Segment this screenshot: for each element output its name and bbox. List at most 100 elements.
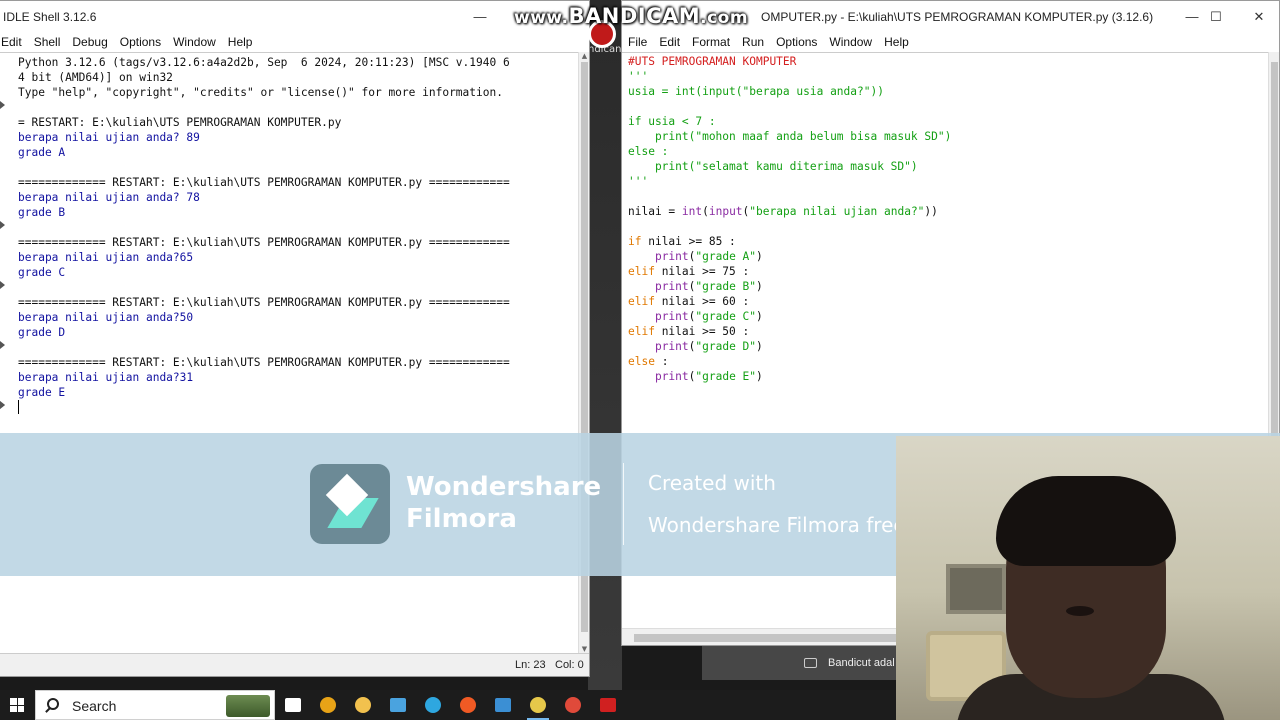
menu-options[interactable]: Options <box>114 32 167 52</box>
code-line: #UTS PEMROGRAMAN KOMPUTER <box>628 54 951 69</box>
shell-title: IDLE Shell 3.12.6 <box>3 10 97 24</box>
prompt-marker-icon <box>0 101 5 109</box>
editor-code: #UTS PEMROGRAMAN KOMPUTER ''' usia = int(i… <box>628 54 951 384</box>
idle-python-icon <box>530 697 546 713</box>
menu-options[interactable]: Options <box>770 32 823 52</box>
menu-help[interactable]: Help <box>222 32 259 52</box>
taskbar-app-button[interactable] <box>311 690 345 720</box>
shell-line: grade E <box>18 386 66 399</box>
code-token: print("selamat kamu diterima masuk SD") <box>628 160 918 173</box>
taskbar-app-button[interactable] <box>486 690 520 720</box>
menu-format[interactable]: Format <box>686 32 736 52</box>
taskbar-app-button[interactable] <box>556 690 590 720</box>
taskbar-app-button[interactable] <box>276 690 310 720</box>
chrome-alt-icon <box>565 697 581 713</box>
code-token: print <box>654 370 689 383</box>
code-line: else : <box>628 144 951 159</box>
code-token: elif <box>628 265 655 278</box>
taskbar-app-button[interactable] <box>521 690 555 720</box>
menu-file[interactable]: File <box>622 32 653 52</box>
menu-window[interactable]: Window <box>167 32 222 52</box>
menu-window[interactable]: Window <box>823 32 878 52</box>
code-line: ''' <box>628 69 951 84</box>
code-token: #UTS PEMROGRAMAN KOMPUTER <box>628 55 797 68</box>
menu-shell[interactable]: Shell <box>28 32 67 52</box>
code-token: input <box>708 205 743 218</box>
editor-title: OMPUTER.py - E:\kuliah\UTS PEMROGRAMAN K… <box>761 10 1154 24</box>
shell-line: berapa nilai ujian anda? 89 <box>18 131 200 144</box>
code-token: else : <box>628 145 669 158</box>
menu-edit[interactable]: Edit <box>653 32 686 52</box>
maximize-button[interactable]: ☐ <box>1193 1 1239 32</box>
text-cursor <box>18 400 19 414</box>
menu-edit[interactable]: Edit <box>0 32 28 52</box>
code-line: nilai = int(input("berapa nilai ujian an… <box>628 204 951 219</box>
taskbar-app-button[interactable] <box>381 690 415 720</box>
menu-run[interactable]: Run <box>736 32 770 52</box>
code-token: "grade E" <box>695 370 757 383</box>
code-token: "grade B" <box>695 280 757 293</box>
taskbar-app-button[interactable] <box>416 690 450 720</box>
line-number: Ln: 23 <box>515 659 546 671</box>
code-token: "grade D" <box>695 340 757 353</box>
code-line: if nilai >= 85 : <box>628 234 951 249</box>
shell-input-line[interactable] <box>18 400 510 415</box>
prompt-marker-icon <box>0 281 5 289</box>
bandicut-notification[interactable]: Bandicut adal <box>702 646 896 680</box>
start-button[interactable] <box>0 690 34 720</box>
bandicam-watermark: www.BANDICAM.com <box>514 4 748 28</box>
code-token: elif <box>628 295 655 308</box>
prompt-marker-icon <box>0 401 5 409</box>
shell-output: Python 3.12.6 (tags/v3.12.6:a4a2d2b, Sep… <box>18 55 510 415</box>
code-line: print("grade C") <box>628 309 951 324</box>
code-token: ( <box>702 205 709 218</box>
shell-line: 4 bit (AMD64)] on win32 <box>18 71 173 84</box>
minimize-button[interactable]: — <box>457 1 503 32</box>
shell-line: ============= RESTART: E:\kuliah\UTS PEM… <box>18 236 510 249</box>
taskbar-app-button[interactable] <box>346 690 380 720</box>
code-token: if usia < 7 : <box>628 115 716 128</box>
shell-line: Python 3.12.6 (tags/v3.12.6:a4a2d2b, Sep… <box>18 56 510 69</box>
editor-menubar: File Edit Format Run Options Window Help <box>622 32 1279 52</box>
windows-icon <box>10 698 24 712</box>
code-token: usia = int(input("berapa usia anda?")) <box>628 85 884 98</box>
menu-debug[interactable]: Debug <box>66 32 113 52</box>
code-line: usia = int(input("berapa usia anda?")) <box>628 84 951 99</box>
search-label: Search <box>72 698 117 714</box>
scroll-up-icon[interactable]: ▲ <box>579 52 589 62</box>
filmora-logo-icon <box>310 464 390 544</box>
watermark-suffix: .com <box>700 8 749 28</box>
brave-icon <box>460 697 476 713</box>
code-token: ) <box>756 340 763 353</box>
created-with-text: Created with <box>648 471 776 495</box>
code-line: print("grade E") <box>628 369 951 384</box>
shell-titlebar[interactable]: IDLE Shell 3.12.6 — <box>0 1 589 32</box>
code-token: : <box>654 355 669 368</box>
close-button[interactable]: ✕ <box>1236 1 1279 32</box>
webcam-background-frame <box>946 564 1006 614</box>
code-token: ) <box>756 310 763 323</box>
shell-line: Type "help", "copyright", "credits" or "… <box>18 86 503 99</box>
taskbar-app-button[interactable] <box>591 690 625 720</box>
prompt-marker-icon <box>0 221 5 229</box>
code-token: nilai >= 75 : <box>654 265 750 278</box>
code-token: )) <box>924 205 938 218</box>
taskbar-app-button[interactable] <box>451 690 485 720</box>
watermark-prefix: www. <box>514 8 569 28</box>
shell-statusbar: Ln: 23 Col: 0 <box>0 653 589 676</box>
bandicam-icon <box>600 698 616 712</box>
shell-line: berapa nilai ujian anda?31 <box>18 371 194 384</box>
menu-help[interactable]: Help <box>878 32 915 52</box>
code-token: ) <box>756 250 763 263</box>
shell-line: ============= RESTART: E:\kuliah\UTS PEM… <box>18 176 510 189</box>
shell-line: berapa nilai ujian anda?50 <box>18 311 194 324</box>
shell-line: grade A <box>18 146 66 159</box>
code-token: nilai >= 60 : <box>654 295 750 308</box>
taskbar-search[interactable]: Search <box>35 690 275 720</box>
shell-line: ============= RESTART: E:\kuliah\UTS PEM… <box>18 356 510 369</box>
code-line: ''' <box>628 174 951 189</box>
